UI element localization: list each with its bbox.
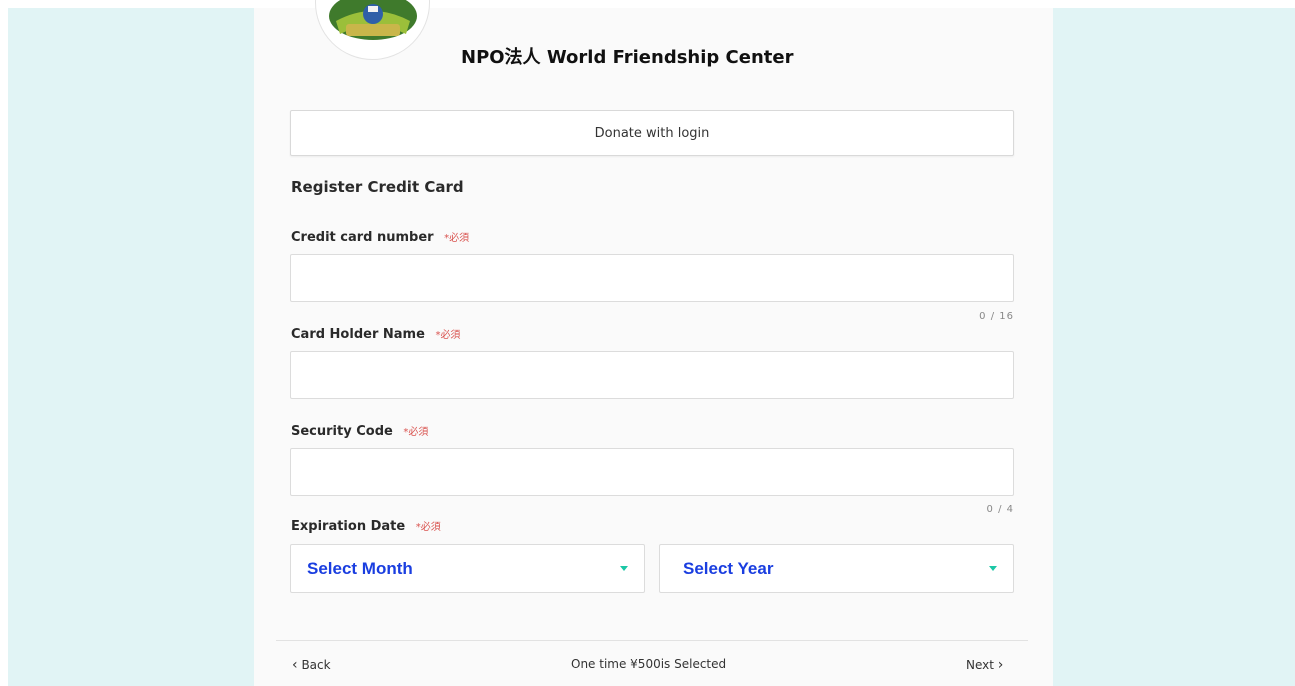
card-number-input[interactable] [290,254,1014,302]
required-mark: *必須 [435,330,461,341]
security-code-label-row: Security Code *必須 [291,423,428,439]
chevron-left-icon: ‹ [292,657,298,673]
section-title: Register Credit Card [291,178,464,196]
year-select-value: Select Year [683,558,774,578]
security-code-counter: 0 / 4 [986,504,1014,515]
chevron-right-icon: › [997,657,1004,673]
next-label: Next [966,658,994,672]
back-button[interactable]: ‹ Back [292,657,331,673]
next-button[interactable]: Next › [966,657,1003,673]
back-label: Back [301,658,331,672]
footer-divider [276,640,1028,641]
security-code-label: Security Code [291,424,393,439]
card-number-label-row: Credit card number *必須 [291,229,469,245]
selection-status: One time ¥500is Selected [571,657,727,671]
caret-down-icon [620,566,628,571]
card-number-label: Credit card number [291,230,434,245]
year-select[interactable]: Select Year [659,544,1014,593]
expiration-label: Expiration Date [291,519,406,534]
organization-name: NPO法人 World Friendship Center [461,47,794,68]
caret-down-icon [989,566,997,571]
expiration-label-row: Expiration Date *必須 [291,518,441,534]
month-select-value: Select Month [307,558,413,578]
month-select[interactable]: Select Month [290,544,645,593]
holder-name-label-row: Card Holder Name *必須 [291,326,460,342]
security-code-input[interactable] [290,448,1014,496]
holder-name-label: Card Holder Name [291,327,425,342]
card-number-counter: 0 / 16 [979,311,1014,322]
donate-with-login-label: Donate with login [594,125,710,141]
holder-name-input[interactable] [290,351,1014,399]
required-mark: *必須 [403,427,429,438]
donate-with-login-button[interactable]: Donate with login [290,110,1014,156]
required-mark: *必須 [444,233,470,244]
required-mark: *必須 [415,522,441,533]
